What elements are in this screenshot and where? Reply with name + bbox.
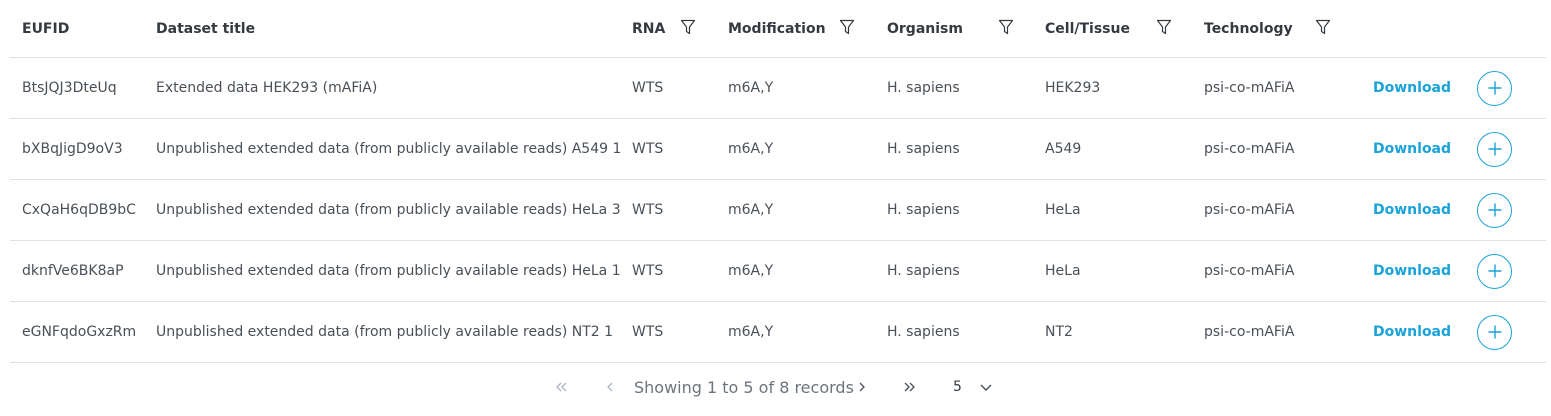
cell-dataset-title: Unpublished extended data (from publicly… <box>156 324 614 340</box>
filter-icon[interactable] <box>680 19 696 35</box>
filter-icon[interactable] <box>1315 19 1331 35</box>
cell-organism: H. sapiens <box>887 80 960 96</box>
double-chevron-left-icon <box>556 382 567 392</box>
chevron-left-icon <box>607 382 613 392</box>
table-row: dknfVe6BK8aP Unpublished extended data (… <box>10 241 1546 302</box>
cell-technology: psi-co-mAFiA <box>1204 80 1295 96</box>
download-link[interactable]: Download <box>1373 202 1451 218</box>
cell-rna: WTS <box>632 80 664 96</box>
plus-circle-icon <box>1488 142 1501 156</box>
last-page-button[interactable] <box>902 368 918 406</box>
header-modification[interactable]: Modification <box>728 0 826 57</box>
cell-cell-tissue: HEK293 <box>1045 80 1101 96</box>
plus-circle-icon <box>1488 325 1501 339</box>
cell-eufid: dknfVe6BK8aP <box>22 263 124 279</box>
cell-technology: psi-co-mAFiA <box>1204 263 1295 279</box>
cell-modification: m6A,Y <box>728 80 774 96</box>
cell-dataset-title: Unpublished extended data (from publicly… <box>156 202 621 218</box>
cell-rna: WTS <box>632 263 664 279</box>
add-button[interactable] <box>1477 192 1512 228</box>
cell-rna: WTS <box>632 324 664 340</box>
cell-technology: psi-co-mAFiA <box>1204 202 1295 218</box>
next-page-button[interactable] <box>854 368 870 406</box>
download-link[interactable]: Download <box>1373 141 1451 157</box>
cell-eufid: eGNFqdoGxzRm <box>22 324 137 340</box>
cell-organism: H. sapiens <box>887 324 960 340</box>
plus-circle-icon <box>1488 81 1501 95</box>
cell-cell-tissue: HeLa <box>1045 202 1081 218</box>
cell-modification: m6A,Y <box>728 202 774 218</box>
header-rna[interactable]: RNA <box>632 0 665 57</box>
cell-dataset-title: Unpublished extended data (from publicly… <box>156 141 622 157</box>
filter-icon[interactable] <box>998 19 1014 35</box>
cell-eufid: bXBqJigD9oV3 <box>22 141 123 157</box>
download-link[interactable]: Download <box>1373 324 1451 340</box>
cell-organism: H. sapiens <box>887 202 960 218</box>
download-link[interactable]: Download <box>1373 80 1451 96</box>
cell-technology: psi-co-mAFiA <box>1204 324 1295 340</box>
cell-cell-tissue: HeLa <box>1045 263 1081 279</box>
page-size-dropdown[interactable] <box>978 368 994 406</box>
cell-cell-tissue: A549 <box>1045 141 1082 157</box>
header-organism[interactable]: Organism <box>887 0 963 57</box>
header-eufid[interactable]: EUFID <box>22 0 69 57</box>
table-row: bXBqJigD9oV3 Unpublished extended data (… <box>10 119 1546 180</box>
header-technology[interactable]: Technology <box>1204 0 1293 57</box>
cell-dataset-title: Extended data HEK293 (mAFiA) <box>156 80 378 96</box>
chevron-right-icon <box>859 382 865 392</box>
table-header: EUFID Dataset title RNA Modification Org… <box>10 0 1546 58</box>
cell-eufid: CxQaH6qDB9bC <box>22 202 136 218</box>
table-row: BtsJQJ3DteUq Extended data HEK293 (mAFiA… <box>10 58 1546 119</box>
cell-organism: H. sapiens <box>887 263 960 279</box>
filter-icon[interactable] <box>839 19 855 35</box>
add-button[interactable] <box>1477 253 1512 289</box>
download-link[interactable]: Download <box>1373 263 1451 279</box>
double-chevron-right-icon <box>904 382 915 392</box>
plus-circle-icon <box>1488 264 1501 278</box>
add-button[interactable] <box>1477 314 1512 350</box>
cell-cell-tissue: NT2 <box>1045 324 1073 340</box>
cell-rna: WTS <box>632 141 664 157</box>
cell-technology: psi-co-mAFiA <box>1204 141 1295 157</box>
cell-modification: m6A,Y <box>728 324 774 340</box>
add-button[interactable] <box>1477 70 1512 106</box>
cell-modification: m6A,Y <box>728 141 774 157</box>
cell-eufid: BtsJQJ3DteUq <box>22 80 117 96</box>
table-row: eGNFqdoGxzRm Unpublished extended data (… <box>10 302 1546 363</box>
header-dataset-title[interactable]: Dataset title <box>156 0 255 57</box>
first-page-button[interactable] <box>553 368 569 406</box>
cell-rna: WTS <box>632 202 664 218</box>
page-size-select[interactable]: 5 <box>953 368 962 406</box>
datasets-table: EUFID Dataset title RNA Modification Org… <box>10 0 1546 363</box>
paginator: Showing 1 to 5 of 8 records 5 <box>0 368 1551 406</box>
cell-organism: H. sapiens <box>887 141 960 157</box>
page-summary: Showing 1 to 5 of 8 records <box>634 377 854 397</box>
add-button[interactable] <box>1477 131 1512 167</box>
cell-modification: m6A,Y <box>728 263 774 279</box>
cell-dataset-title: Unpublished extended data (from publicly… <box>156 263 621 279</box>
chevron-down-icon <box>980 384 992 391</box>
table-row: CxQaH6qDB9bC Unpublished extended data (… <box>10 180 1546 241</box>
prev-page-button[interactable] <box>602 368 618 406</box>
plus-circle-icon <box>1488 203 1501 217</box>
header-cell-tissue[interactable]: Cell/Tissue <box>1045 0 1130 57</box>
filter-icon[interactable] <box>1156 19 1172 35</box>
